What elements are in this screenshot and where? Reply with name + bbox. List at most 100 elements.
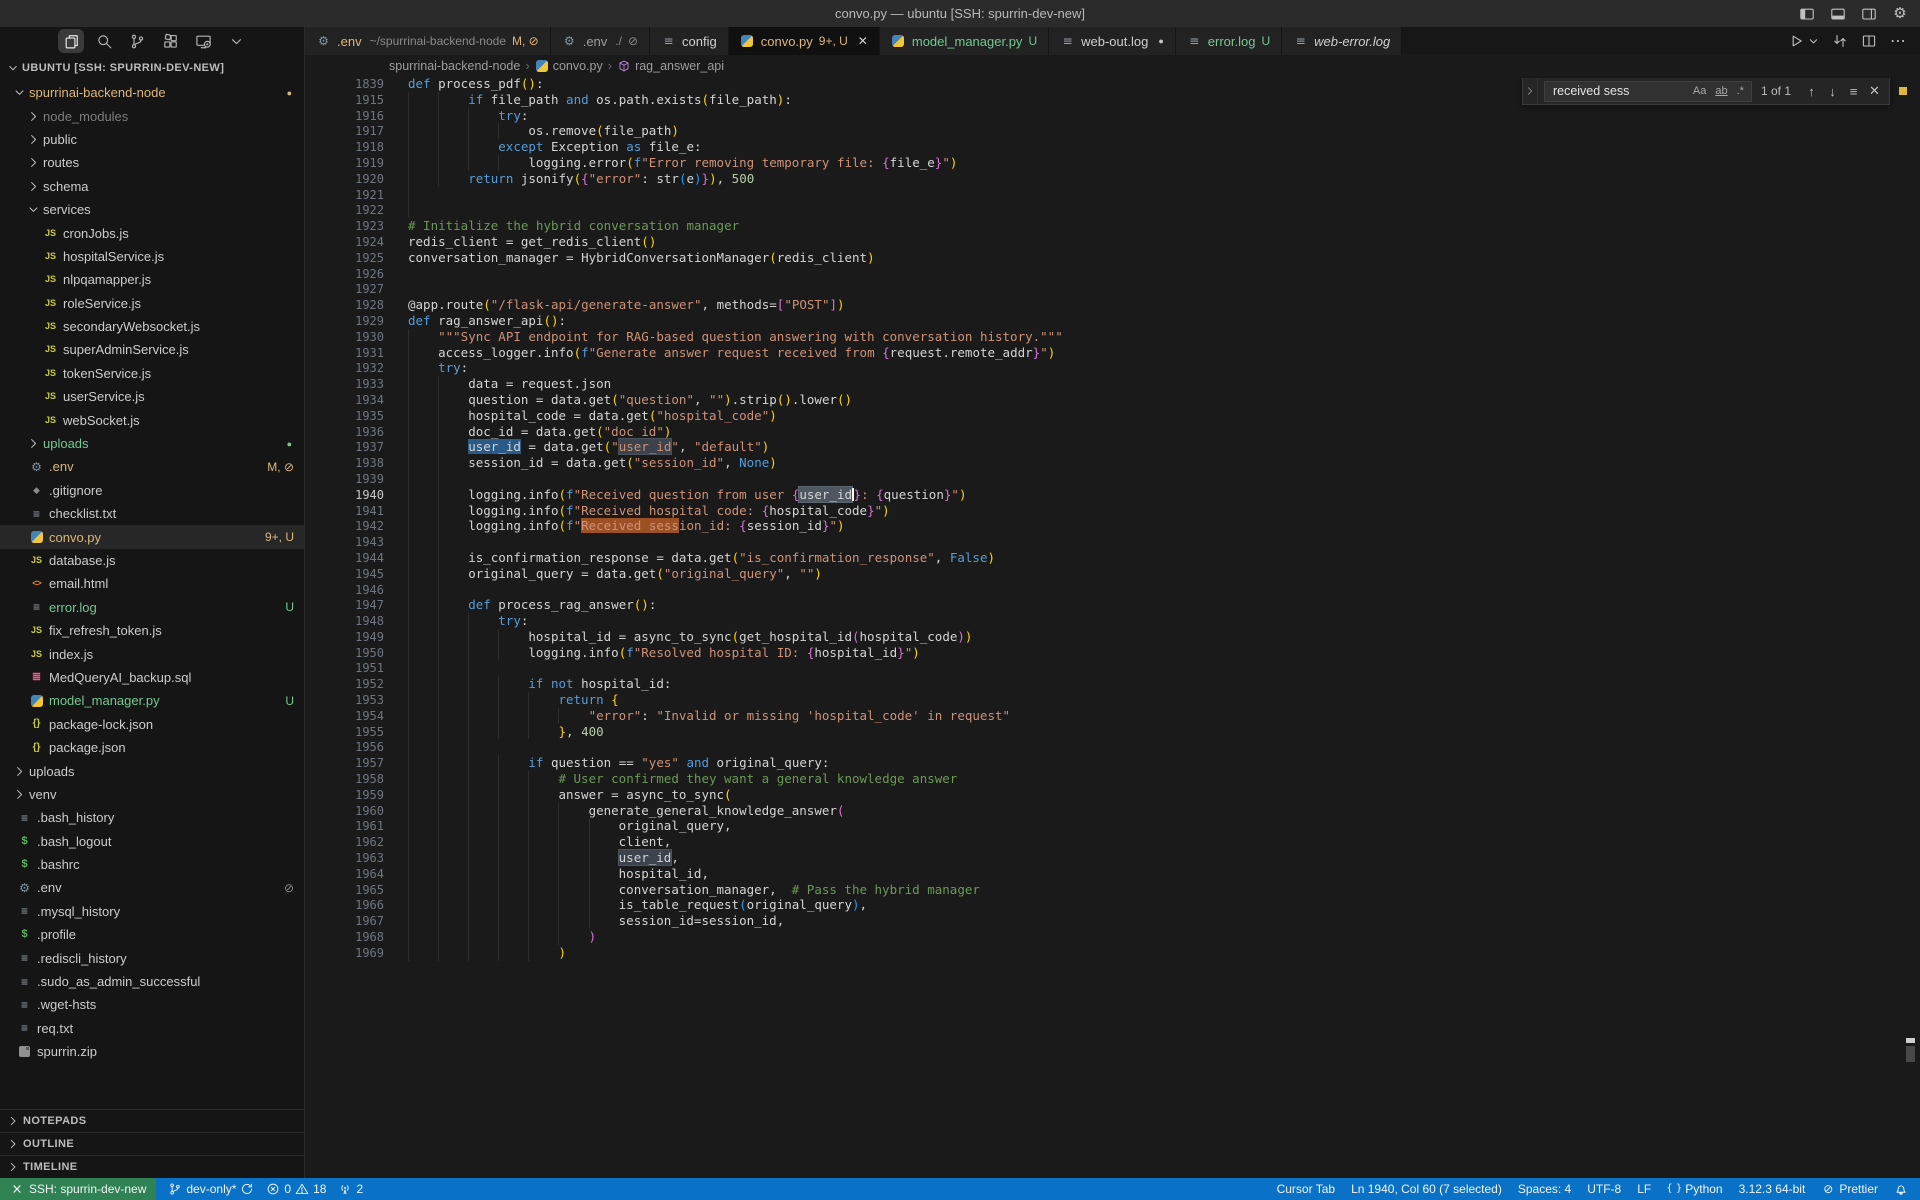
eol-status[interactable]: LF (1637, 1182, 1651, 1196)
explorer-item-spurrinai-backend-node[interactable]: spurrinai-backend-node● (0, 81, 304, 104)
scrollbar-thumb[interactable] (1906, 1046, 1915, 1062)
explorer-item-package.json[interactable]: {}package.json (0, 736, 304, 759)
remote-explorer-icon[interactable] (190, 29, 216, 53)
code-line-1968[interactable]: 1968) (305, 929, 1920, 945)
code-text[interactable]: ) (408, 945, 566, 960)
code-line-1938[interactable]: 1938session_id = data.get("session_id", … (305, 455, 1920, 471)
code-line-1947[interactable]: 1947def process_rag_answer(): (305, 597, 1920, 613)
line-number[interactable]: 1928 (305, 298, 408, 314)
code-text[interactable]: doc_id = data.get("doc_id") (408, 424, 671, 439)
line-number[interactable]: 1943 (305, 535, 408, 551)
explorer-item-nlpqamapper.js[interactable]: JSnlpqamapper.js (0, 268, 304, 291)
explorer-item-roleService.js[interactable]: JSroleService.js (0, 292, 304, 315)
sidebar-section-notepads[interactable]: NOTEPADS (0, 1109, 304, 1132)
line-number[interactable]: 1951 (305, 661, 408, 677)
line-number[interactable]: 1945 (305, 567, 408, 583)
explorer-item-.bash-history[interactable]: ≡.bash_history (0, 806, 304, 829)
code-line-1923[interactable]: 1923# Initialize the hybrid conversation… (305, 218, 1920, 234)
tab-web-out.log[interactable]: ≡web-out.log● (1049, 27, 1176, 55)
code-line-1930[interactable]: 1930"""Sync API endpoint for RAG-based q… (305, 329, 1920, 345)
code-text[interactable]: logging.info(f"Received hospital code: {… (408, 503, 890, 518)
notifications-status[interactable] (1894, 1182, 1908, 1196)
explorer-item-cronJobs.js[interactable]: JScronJobs.js (0, 221, 304, 244)
line-number[interactable]: 1955 (305, 725, 408, 741)
line-number[interactable]: 1935 (305, 409, 408, 425)
line-number[interactable]: 1966 (305, 898, 408, 914)
cursor-tab-status[interactable]: Cursor Tab (1277, 1182, 1335, 1196)
layout-sidebar-left-icon[interactable] (1799, 6, 1815, 22)
line-number[interactable]: 1932 (305, 361, 408, 377)
line-number[interactable]: 1963 (305, 851, 408, 867)
line-number[interactable]: 1915 (305, 93, 408, 109)
line-number[interactable]: 1921 (305, 188, 408, 204)
explorer-item-.sudo-as-admin-successful[interactable]: ≡.sudo_as_admin_successful (0, 970, 304, 993)
search-icon[interactable] (91, 29, 117, 53)
code-line-1941[interactable]: 1941logging.info(f"Received hospital cod… (305, 503, 1920, 519)
breadcrumb-item-spurrinai-backend-node[interactable]: spurrinai-backend-node (389, 59, 520, 73)
explorer-item-.bashrc[interactable]: $.bashrc (0, 853, 304, 876)
explorer-item-hospitalService.js[interactable]: JShospitalService.js (0, 245, 304, 268)
find-collapse-toggle[interactable] (1523, 78, 1538, 104)
ports-status[interactable]: 2 (338, 1182, 363, 1196)
line-number[interactable]: 1937 (305, 440, 408, 456)
code-line-1925[interactable]: 1925conversation_manager = HybridConvers… (305, 250, 1920, 266)
explorer-header[interactable]: UBUNTU [SSH: SPURRIN-DEV-NEW] (0, 55, 304, 81)
code-text[interactable]: logging.info(f"Resolved hospital ID: {ho… (408, 645, 920, 660)
code-text[interactable]: return { (408, 692, 619, 707)
code-text[interactable]: access_logger.info(f"Generate answer req… (408, 345, 1055, 360)
explorer-item-uploads[interactable]: uploads (0, 759, 304, 782)
code-text[interactable]: conversation_manager, # Pass the hybrid … (408, 882, 980, 897)
code-line-1969[interactable]: 1969) (305, 945, 1920, 961)
tab-convo.py[interactable]: convo.py9+, U✕ (729, 27, 880, 55)
run-python-file-button[interactable] (1788, 33, 1804, 49)
code-line-1937[interactable]: 1937user_id = data.get("user_id", "defau… (305, 439, 1920, 455)
code-text[interactable]: try: (408, 613, 528, 628)
encoding-status[interactable]: UTF-8 (1587, 1182, 1621, 1196)
code-line-1918[interactable]: 1918except Exception as file_e: (305, 139, 1920, 155)
explorer-item-routes[interactable]: routes (0, 151, 304, 174)
line-number[interactable]: 1927 (305, 282, 408, 298)
explorer-item-schema[interactable]: schema (0, 175, 304, 198)
line-number[interactable]: 1954 (305, 709, 408, 725)
code-text[interactable]: def process_rag_answer(): (408, 597, 656, 612)
remote-indicator[interactable]: SSH: spurrin-dev-new (0, 1178, 156, 1200)
line-number[interactable]: 1957 (305, 756, 408, 772)
line-number[interactable]: 1961 (305, 819, 408, 835)
tab-model-manager.py[interactable]: model_manager.pyU (880, 27, 1049, 55)
line-number[interactable]: 1938 (305, 456, 408, 472)
code-text[interactable]: session_id=session_id, (408, 913, 784, 928)
code-line-1955[interactable]: 1955}, 400 (305, 724, 1920, 740)
explorer-item-node-modules[interactable]: node_modules (0, 104, 304, 127)
line-number[interactable]: 1965 (305, 883, 408, 899)
line-number[interactable]: 1933 (305, 377, 408, 393)
code-line-1922[interactable]: 1922 (305, 202, 1920, 218)
code-text[interactable]: try: (408, 108, 528, 123)
code-line-1944[interactable]: 1944is_confirmation_response = data.get(… (305, 550, 1920, 566)
find-input[interactable] (1551, 83, 1663, 99)
code-text[interactable]: logging.info(f"Received session_id: {ses… (408, 518, 845, 533)
whole-word-toggle[interactable]: ab (1712, 84, 1730, 98)
code-text[interactable]: client, (408, 834, 671, 849)
code-line-1956[interactable]: 1956 (305, 739, 1920, 755)
line-number[interactable]: 1931 (305, 346, 408, 362)
problems-status[interactable]: 018 (266, 1182, 326, 1196)
explorer-item-index.js[interactable]: JSindex.js (0, 642, 304, 665)
code-text[interactable]: hospital_id, (408, 866, 709, 881)
line-number[interactable]: 1968 (305, 930, 408, 946)
code-text[interactable]: ) (408, 929, 596, 944)
explorer-item-superAdminService.js[interactable]: JSsuperAdminService.js (0, 338, 304, 361)
source-control-icon[interactable] (124, 29, 150, 53)
language-status[interactable]: { }Python (1667, 1182, 1722, 1196)
line-number[interactable]: 1930 (305, 330, 408, 346)
explorer-item-convo.py[interactable]: convo.py9+, U (0, 525, 304, 548)
code-line-1940[interactable]: 1940logging.info(f"Received question fro… (305, 487, 1920, 503)
code-line-1945[interactable]: 1945original_query = data.get("original_… (305, 566, 1920, 582)
code-line-1942[interactable]: 1942logging.info(f"Received session_id: … (305, 518, 1920, 534)
formatter-status[interactable]: ⊘Prettier (1821, 1182, 1878, 1196)
code-line-1928[interactable]: 1928@app.route("/flask-api/generate-answ… (305, 297, 1920, 313)
explorer-item-public[interactable]: public (0, 128, 304, 151)
line-number[interactable]: 1939 (305, 472, 408, 488)
code-text[interactable]: original_query = data.get("original_quer… (408, 566, 822, 581)
explorer-item-.gitignore[interactable]: ◆.gitignore (0, 479, 304, 502)
code-line-1952[interactable]: 1952if not hospital_id: (305, 676, 1920, 692)
